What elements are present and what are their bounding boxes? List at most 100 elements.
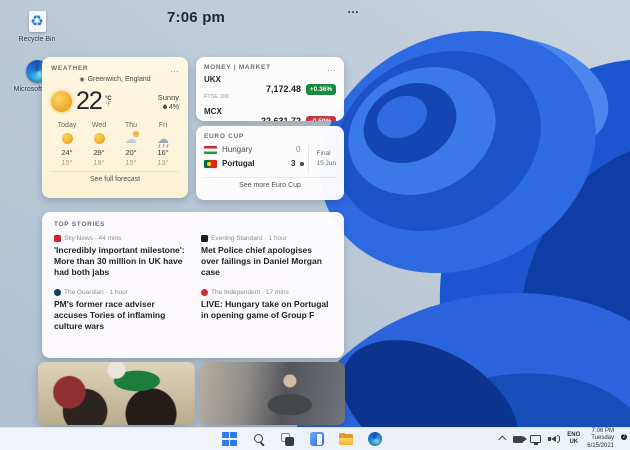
forecast-day[interactable]: Wed 29° 18° [83, 122, 115, 167]
language-code: ENG [567, 432, 580, 440]
story-item[interactable]: Sky News · 44 mins 'Incredibly important… [54, 235, 185, 278]
market-widget[interactable]: MONEY | MARKET … UKX FTSE 100 7,172.48 +… [196, 57, 344, 121]
search-icon [253, 433, 265, 445]
top-stories-widget[interactable]: TOP STORIES Sky News · 44 mins 'Incredib… [42, 212, 344, 358]
news-photo-thumbnail[interactable] [38, 362, 195, 425]
taskbar-clock[interactable]: 7:06 PM Tuesday 6/15/2021 [587, 428, 614, 449]
sky-news-icon [54, 235, 61, 242]
ticker-symbol: UKX [204, 76, 229, 85]
weather-location: Greenwich, England [88, 76, 151, 83]
clock-day: Tuesday [587, 435, 614, 442]
widgets-panel-time: 7:06 pm [167, 9, 225, 26]
widgets-panel-menu-button[interactable]: … [347, 2, 360, 16]
team-name: Portugal [222, 159, 254, 168]
story-source-meta: Sky News · 44 mins [64, 235, 121, 242]
start-button[interactable] [221, 431, 238, 448]
notification-badge: 2 [620, 433, 628, 441]
match-team-row: Hungary 0 [204, 145, 304, 154]
forecast-day[interactable]: Fri ☁ 16° 13° [147, 122, 179, 167]
task-view-button[interactable] [279, 431, 296, 448]
story-item[interactable]: The Guardian · 1 hour PM's former race a… [54, 289, 185, 332]
news-photo-thumbnail[interactable] [200, 362, 345, 425]
story-headline[interactable]: Met Police chief apologises over failing… [201, 245, 332, 278]
football-icon [300, 162, 304, 166]
ticker-value: 22,631.72 [261, 116, 301, 121]
sunny-icon [62, 133, 73, 144]
team-name: Hungary [222, 145, 252, 154]
sunny-icon [51, 91, 72, 112]
forecast-high: 24° [51, 148, 83, 157]
current-temperature: 22 [76, 87, 102, 116]
market-menu-button[interactable]: … [327, 66, 336, 70]
desktop-icon-recycle-bin[interactable]: ♻ Recycle Bin [6, 8, 68, 44]
forecast-low: 18° [83, 158, 115, 167]
precipitation-value: 4% [169, 104, 179, 111]
ticker-value: 7,172.48 [266, 84, 301, 94]
forecast-day[interactable]: Today 24° 15° [51, 122, 83, 167]
ticker-symbol: MCX [204, 108, 229, 117]
celsius-label[interactable]: °C [105, 96, 112, 102]
story-headline[interactable]: PM's former race adviser accuses Tories … [54, 299, 185, 332]
story-source-meta: Evening Standard · 1 hour [211, 235, 287, 242]
team-score: 3 [291, 159, 299, 168]
forecast-day[interactable]: Thu ☁ 20° 15° [115, 122, 147, 167]
see-full-forecast-link[interactable]: See full forecast [51, 171, 179, 183]
rain-icon: ☁ [147, 131, 179, 146]
task-view-icon [281, 433, 294, 446]
forecast-high: 20° [115, 148, 147, 157]
story-headline[interactable]: LIVE: Hungary take on Portugal in openin… [201, 299, 332, 321]
hungary-flag-icon [204, 146, 217, 154]
evening-standard-icon [201, 235, 208, 242]
team-score: 0 [296, 145, 304, 154]
the-independent-icon [201, 289, 208, 296]
language-indicator[interactable]: ENG UK [567, 432, 580, 447]
partly-cloudy-icon: ☁ [115, 131, 147, 146]
weather-location-row: ◉ Greenwich, England [51, 76, 179, 83]
the-guardian-icon [54, 289, 61, 296]
folder-icon [339, 433, 353, 445]
show-hidden-icons-chevron-icon[interactable] [498, 435, 506, 443]
clock-time: 7:06 PM [587, 428, 614, 435]
weather-condition: Sunny [158, 93, 179, 102]
story-item[interactable]: Evening Standard · 1 hour Met Police chi… [201, 235, 332, 278]
location-pin-icon: ◉ [79, 76, 84, 83]
taskbar: ENG UK 7:06 PM Tuesday 6/15/2021 2 [0, 427, 630, 450]
volume-tray-icon[interactable] [548, 435, 560, 443]
video-camera-tray-icon[interactable] [513, 436, 523, 443]
portugal-flag-icon [204, 160, 217, 168]
market-row[interactable]: UKX FTSE 100 7,172.48 +0.36% [204, 76, 336, 103]
market-row[interactable]: MCX FTSE 250 22,631.72 -0.59% [204, 108, 336, 121]
widgets-button[interactable] [308, 431, 325, 448]
forecast-day-name: Wed [83, 122, 115, 129]
cloud-glyph: ☁ [125, 133, 137, 145]
see-more-eurocup-link[interactable]: See more Euro Cup [204, 177, 336, 189]
unit-toggle[interactable]: °C °F [105, 96, 112, 108]
ticker-index: FTSE 100 [204, 94, 229, 100]
forecast-row: Today 24° 15° Wed 29° 18° Thu ☁ 20° 15° … [51, 122, 179, 167]
weather-widget[interactable]: WEATHER … ◉ Greenwich, England 22 °C °F … [42, 57, 188, 198]
eurocup-widget[interactable]: EURO CUP Hungary 0 Portugal 3 Final 15 J… [196, 126, 344, 200]
story-headline[interactable]: 'Incredibly important milestone': More t… [54, 245, 185, 278]
network-tray-icon[interactable] [530, 435, 541, 443]
market-title: MONEY | MARKET [204, 64, 271, 71]
desktop-icon-label: Recycle Bin [6, 36, 68, 44]
match-team-row: Portugal 3 [204, 159, 304, 168]
recycle-glyph: ♻ [30, 14, 43, 29]
fahrenheit-label[interactable]: °F [105, 102, 112, 108]
forecast-high: 29° [83, 148, 115, 157]
edge-button[interactable] [366, 431, 383, 448]
sunny-icon [94, 133, 105, 144]
story-item[interactable]: The Independent · 17 mins LIVE: Hungary … [201, 289, 332, 332]
droplet-icon [162, 104, 168, 110]
file-explorer-button[interactable] [337, 431, 354, 448]
match-date: 15 Jun [316, 159, 336, 169]
story-source-meta: The Guardian · 1 hour [64, 289, 128, 296]
search-button[interactable] [250, 431, 267, 448]
forecast-day-name: Today [51, 122, 83, 129]
widgets-icon [310, 432, 324, 446]
windows-logo-icon [222, 432, 236, 446]
weather-title: WEATHER [51, 65, 88, 72]
weather-menu-button[interactable]: … [170, 67, 179, 71]
forecast-low: 15° [51, 158, 83, 167]
forecast-day-name: Fri [147, 122, 179, 129]
